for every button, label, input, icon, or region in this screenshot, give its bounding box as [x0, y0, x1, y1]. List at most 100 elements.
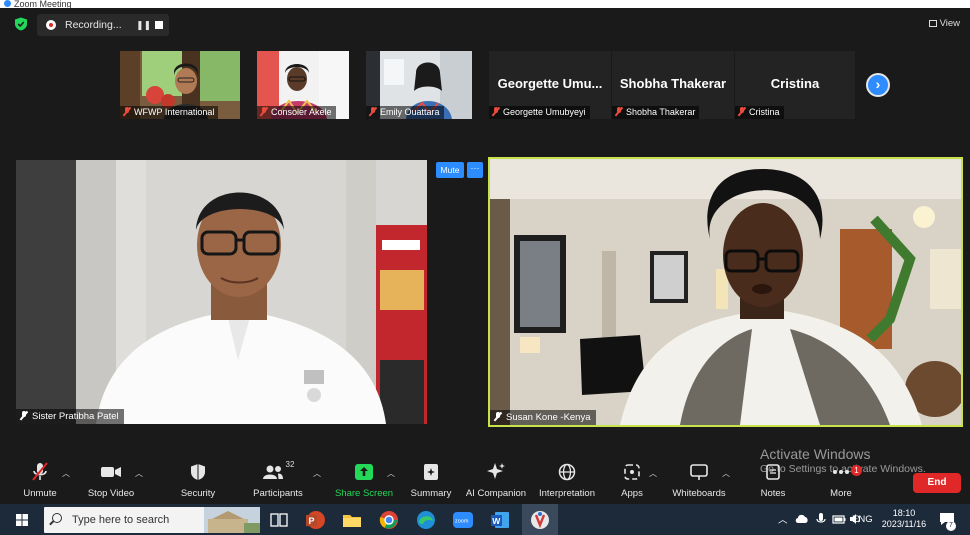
- mic-muted-icon: [20, 411, 28, 420]
- battery-icon[interactable]: [832, 513, 846, 525]
- security-shield-icon[interactable]: [14, 17, 28, 31]
- mic-muted-icon: [494, 412, 502, 421]
- video-camera-icon: [101, 467, 121, 477]
- participant-name: WFWP International: [134, 107, 215, 117]
- file-explorer-icon[interactable]: [341, 509, 363, 531]
- participants-button[interactable]: 32 Participants ︿: [238, 460, 321, 499]
- pause-recording-button[interactable]: ❚❚: [136, 20, 151, 31]
- windows-start-icon[interactable]: [16, 514, 28, 526]
- end-meeting-button[interactable]: End: [913, 473, 961, 493]
- stop-video-button[interactable]: Stop Video ︿: [71, 460, 151, 499]
- participant-name: Cristina: [749, 107, 780, 117]
- zoom-app-icon[interactable]: zoom: [452, 509, 474, 531]
- toolbar-label: AI Companion: [465, 488, 527, 499]
- main-video-right-active-speaker[interactable]: Susan Kone -Kenya: [488, 157, 963, 427]
- stop-recording-button[interactable]: [155, 21, 163, 29]
- participant-thumbnail[interactable]: Emily Ouattara: [366, 51, 472, 119]
- participant-name-display: Shobha Thakerar: [619, 76, 727, 91]
- participant-thumbnail[interactable]: Shobha Thakerar Shobha Thakerar: [612, 51, 734, 119]
- participant-name-display: Cristina: [770, 76, 820, 91]
- caret-up-icon[interactable]: ︿: [135, 468, 143, 479]
- participants-icon: [262, 465, 283, 479]
- apps-icon: [624, 464, 640, 480]
- caret-up-icon[interactable]: ︿: [313, 468, 321, 479]
- participant-name: Georgette Umubyeyi: [503, 107, 586, 117]
- thumbnail-name-tag: Emily Ouattara: [366, 106, 444, 119]
- record-dot-icon: [46, 20, 56, 30]
- mic-muted-icon: [260, 107, 268, 116]
- next-page-chevron-icon[interactable]: ›: [866, 73, 890, 97]
- participant-video: [16, 160, 427, 424]
- taskbar-search-input[interactable]: Type here to search: [44, 507, 260, 533]
- participant-thumbnail[interactable]: Georgette Umu... Georgette Umubyeyi: [489, 51, 611, 119]
- security-button[interactable]: Security: [158, 460, 238, 499]
- participant-thumbnail[interactable]: Cristina Cristina: [735, 51, 855, 119]
- participant-thumbnail[interactable]: WFWP International: [120, 51, 240, 119]
- taskbar-clock[interactable]: 18:10 2023/11/16: [876, 508, 932, 530]
- word-icon[interactable]: W: [489, 509, 511, 531]
- participant-name: Shobha Thakerar: [626, 107, 696, 117]
- mute-participant-button[interactable]: Mute: [436, 162, 464, 178]
- search-highlight-image: [204, 507, 260, 533]
- summary-icon: [424, 464, 438, 480]
- whiteboard-icon: [690, 464, 708, 480]
- view-label: View: [939, 18, 960, 29]
- toolbar-label: More: [830, 488, 852, 499]
- tray-chevron-up-icon[interactable]: ︿: [778, 512, 788, 526]
- search-placeholder: Type here to search: [72, 514, 170, 526]
- thumbnail-name-tag: Cristina: [735, 106, 784, 119]
- recording-label: Recording...: [65, 19, 122, 31]
- video-name-tag: Sister Pratibha Patel: [16, 409, 124, 424]
- more-button[interactable]: More: [801, 460, 881, 499]
- svg-text:W: W: [492, 516, 501, 526]
- participant-name: Consoler Akele: [271, 107, 332, 117]
- video-name-tag: Susan Kone -Kenya: [490, 410, 596, 425]
- thumbnail-name-tag: Consoler Akele: [257, 106, 336, 119]
- powerpoint-icon[interactable]: P: [304, 509, 326, 531]
- svg-text:P: P: [309, 516, 315, 526]
- toolbar-label: Stop Video: [87, 488, 135, 499]
- chrome-icon[interactable]: [378, 509, 400, 531]
- participant-thumbnail[interactable]: Consoler Akele: [257, 51, 349, 119]
- svg-text:zoom: zoom: [455, 519, 469, 525]
- thumbnail-name-tag: Georgette Umubyeyi: [489, 106, 590, 119]
- participant-video: [490, 159, 961, 425]
- thumbnail-name-tag: WFWP International: [120, 106, 219, 119]
- toolbar-label: Participants: [253, 488, 303, 499]
- window-title: Zoom Meeting: [14, 0, 72, 8]
- ai-companion-button[interactable]: AI Companion: [456, 460, 536, 499]
- window-titlebar: Zoom Meeting: [0, 0, 970, 8]
- caret-up-icon[interactable]: ︿: [649, 468, 657, 479]
- mic-muted-icon: [369, 107, 377, 116]
- zoom-logo-icon: [4, 0, 11, 7]
- cloud-icon[interactable]: [795, 512, 809, 526]
- caret-up-icon[interactable]: ︿: [722, 468, 730, 479]
- recording-indicator: Recording... ❚❚: [37, 14, 169, 36]
- edge-icon[interactable]: [415, 509, 437, 531]
- more-notification-badge: 1: [851, 465, 862, 476]
- globe-icon: [558, 463, 576, 481]
- language-indicator[interactable]: ENG: [852, 514, 873, 525]
- windows-taskbar: Type here to search P zoom W ︿ ENG 18:10…: [0, 504, 970, 535]
- mic-muted-icon: [615, 107, 623, 116]
- meeting-topbar: Recording... ❚❚ View: [0, 8, 970, 40]
- participant-more-button[interactable]: ···: [467, 162, 483, 178]
- main-video-left[interactable]: Sister Pratibha Patel: [16, 160, 427, 424]
- microphone-tray-icon[interactable]: [814, 512, 828, 526]
- view-button[interactable]: View: [928, 18, 960, 29]
- whiteboards-button[interactable]: Whiteboards ︿: [659, 460, 739, 499]
- meeting-app-icon[interactable]: [529, 509, 551, 531]
- unmute-button[interactable]: Unmute ︿: [0, 460, 80, 499]
- notes-icon: [766, 464, 780, 480]
- participant-name: Sister Pratibha Patel: [32, 411, 119, 422]
- toolbar-label: Unmute: [23, 488, 57, 499]
- task-view-icon[interactable]: [268, 509, 290, 531]
- clock-time: 18:10: [892, 508, 916, 518]
- caret-up-icon[interactable]: ︿: [62, 468, 70, 479]
- view-grid-icon: [928, 20, 937, 27]
- participant-name-display: Georgette Umu...: [497, 76, 603, 91]
- mic-muted-icon: [738, 107, 746, 116]
- shield-icon: [191, 464, 205, 480]
- toolbar-label: Whiteboards: [672, 488, 726, 499]
- participant-name: Emily Ouattara: [380, 107, 440, 117]
